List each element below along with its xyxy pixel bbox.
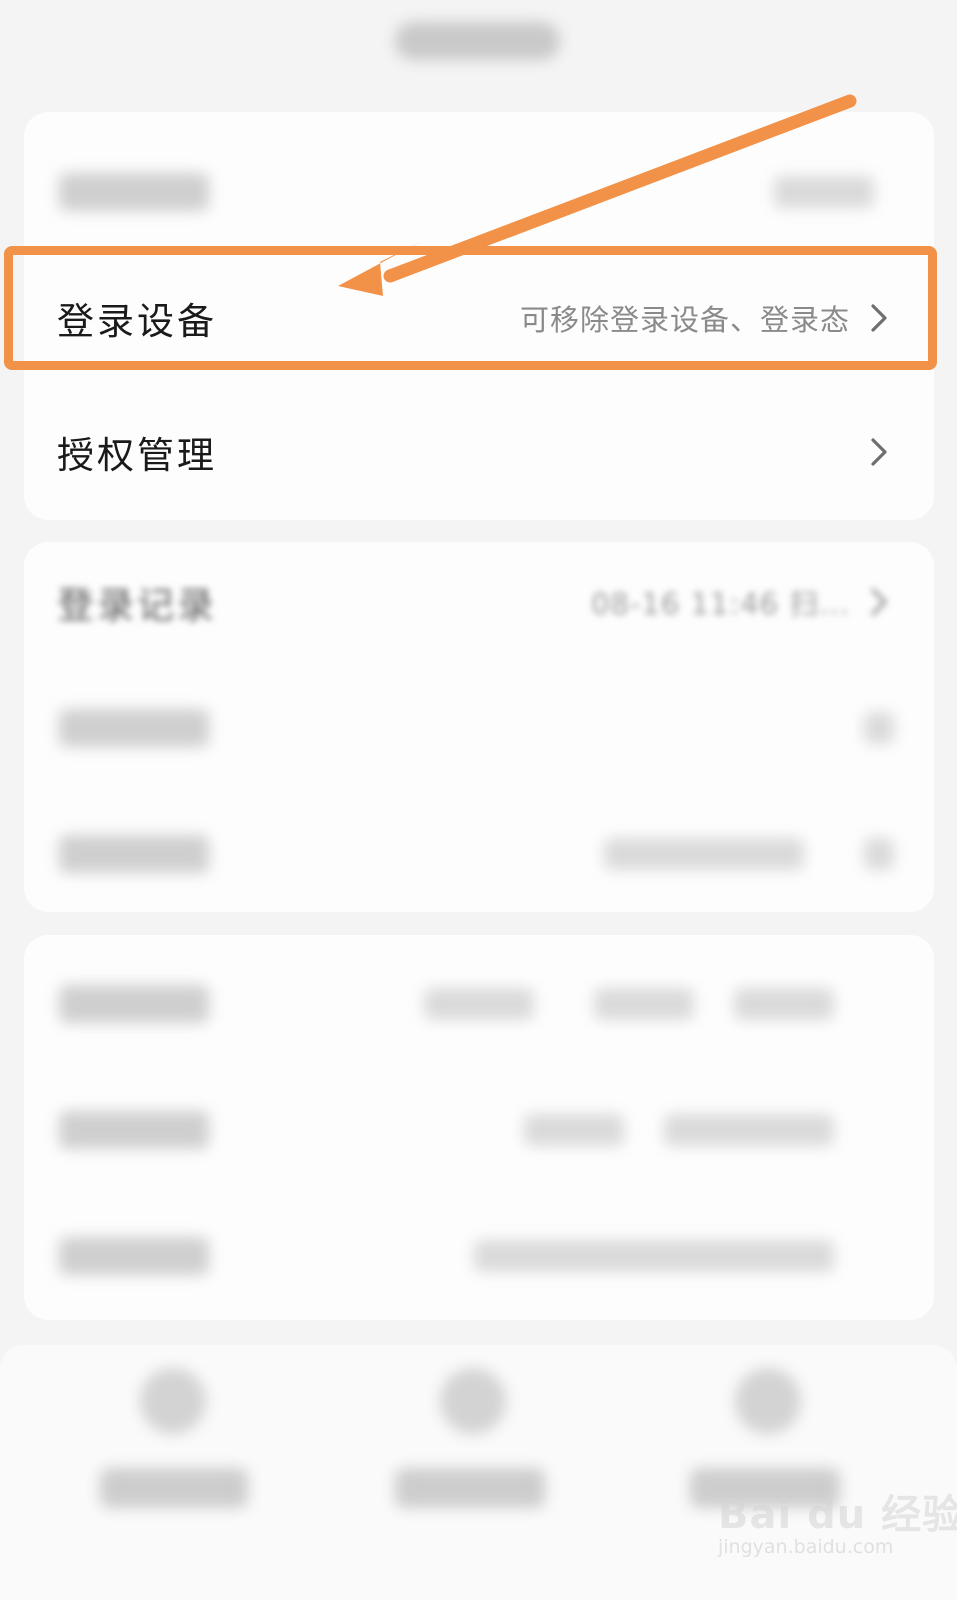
chevron-right-icon bbox=[871, 588, 887, 616]
action-label bbox=[395, 1468, 545, 1508]
annotation-arrow-icon bbox=[338, 94, 857, 296]
blurred-label bbox=[59, 1237, 209, 1275]
blurred-label bbox=[59, 709, 209, 747]
blurred-row-3 bbox=[24, 790, 934, 918]
baidu-jingyan-watermark: Bai du 经验 jingyan.baidu.com bbox=[718, 1482, 957, 1582]
authorization-management-label: 授权管理 bbox=[57, 434, 217, 477]
blurred-chevron bbox=[864, 838, 894, 870]
authorization-management-row[interactable]: 授权管理 bbox=[24, 388, 934, 516]
blurred-value bbox=[594, 988, 694, 1020]
blurred-value bbox=[604, 838, 804, 870]
blurred-row-2 bbox=[24, 664, 934, 792]
blurred-value bbox=[524, 1114, 624, 1146]
blurred-label bbox=[59, 835, 209, 873]
blurred-row-4 bbox=[24, 940, 934, 1068]
blurred-label bbox=[59, 1111, 209, 1149]
chevron-right-icon bbox=[871, 438, 887, 466]
login-records-row[interactable]: 登录记录 08-16 11:46 扫... bbox=[24, 538, 934, 666]
blurred-row-6 bbox=[24, 1192, 934, 1320]
login-records-value: 08-16 11:46 扫... bbox=[591, 587, 850, 621]
action-icon[interactable] bbox=[735, 1368, 801, 1434]
blurred-chevron bbox=[864, 712, 894, 744]
action-icon[interactable] bbox=[140, 1368, 206, 1434]
blurred-value bbox=[424, 988, 534, 1020]
login-records-label: 登录记录 bbox=[57, 584, 217, 627]
watermark-brand: Bai du 经验 bbox=[718, 1492, 957, 1538]
watermark-url: jingyan.baidu.com bbox=[718, 1536, 894, 1558]
blurred-row-5 bbox=[24, 1066, 934, 1194]
blurred-value bbox=[474, 1240, 834, 1272]
action-label bbox=[100, 1468, 248, 1508]
blurred-value bbox=[664, 1114, 834, 1146]
blurred-label bbox=[59, 985, 209, 1023]
blurred-value bbox=[734, 988, 834, 1020]
action-icon[interactable] bbox=[440, 1368, 506, 1434]
